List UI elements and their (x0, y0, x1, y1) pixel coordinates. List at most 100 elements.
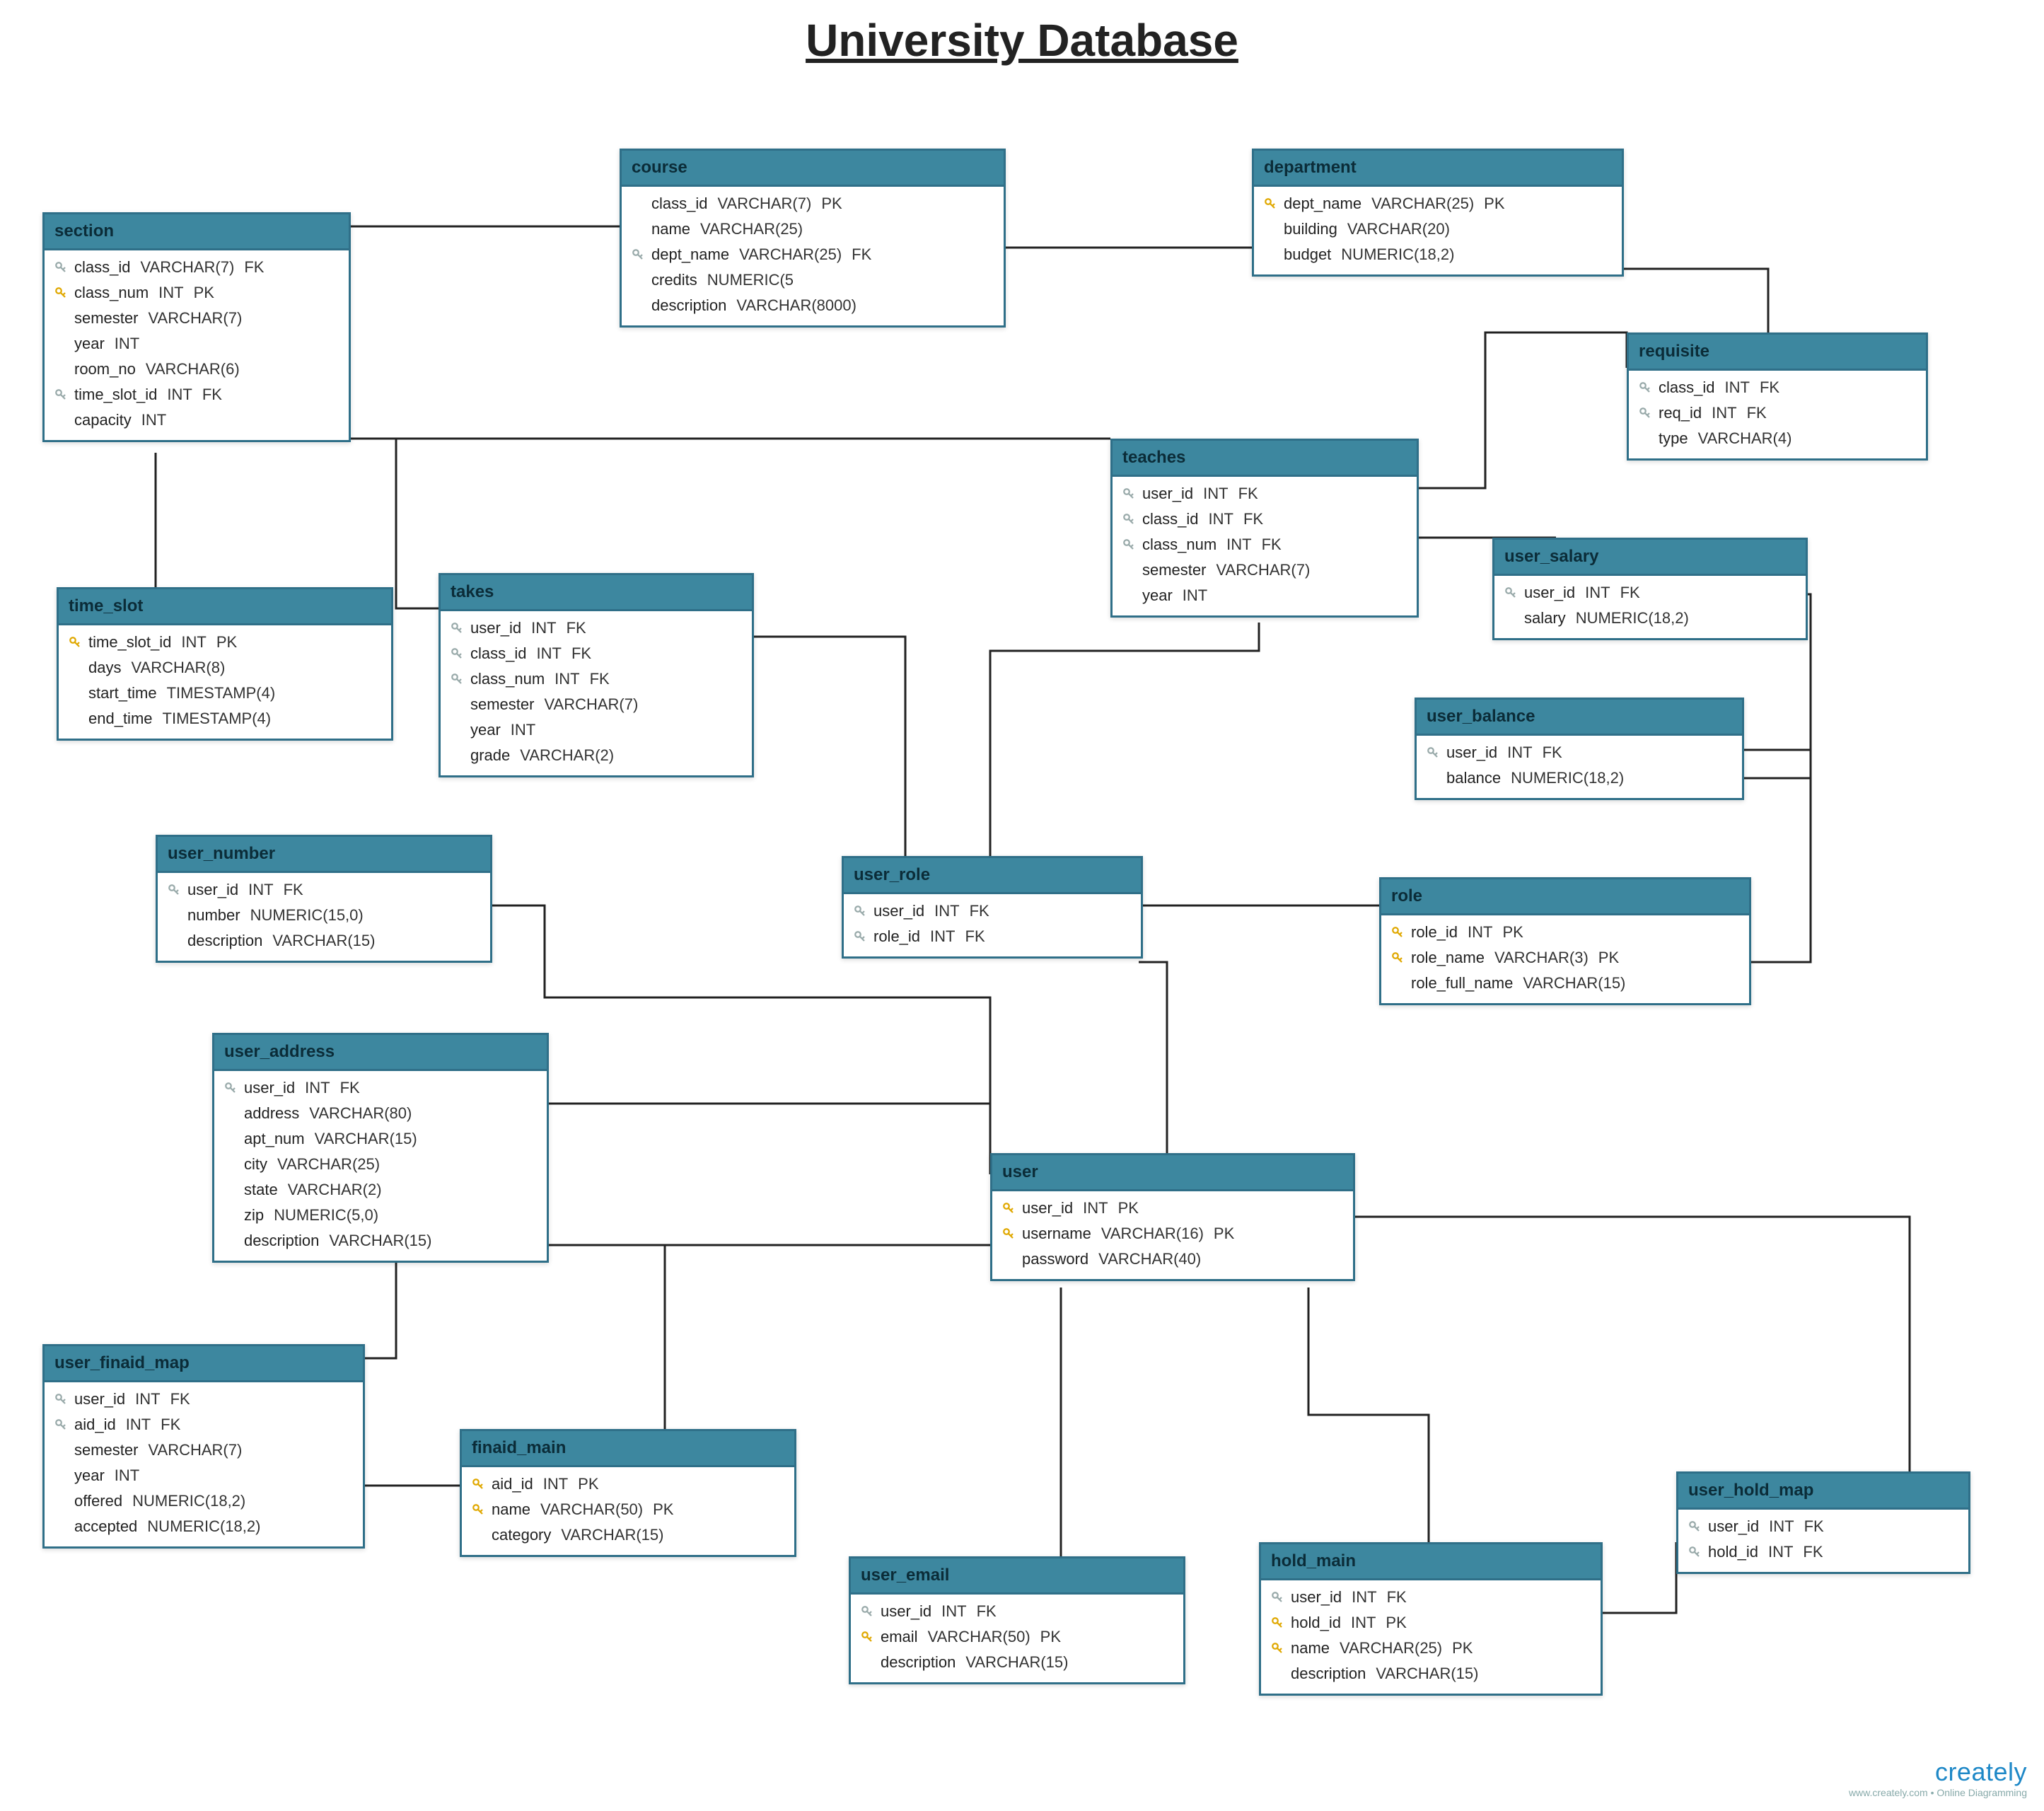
entity-user_address[interactable]: user_addressuser_idINTFKaddressVARCHAR(8… (212, 1033, 549, 1263)
table-row: user_idINTFK (844, 898, 1141, 924)
connector-line (750, 637, 905, 856)
entity-finaid_main[interactable]: finaid_mainaid_idINTPKnameVARCHAR(50)PKc… (460, 1429, 796, 1557)
entity-requisite[interactable]: requisiteclass_idINTFKreq_idINTFKtypeVAR… (1627, 332, 1928, 461)
table-row: cityVARCHAR(25) (214, 1152, 547, 1177)
entity-user_email[interactable]: user_emailuser_idINTFKemailVARCHAR(50)PK… (849, 1556, 1185, 1684)
column-name: hold_id (1704, 1539, 1758, 1565)
column-name: year (1138, 583, 1173, 608)
column-key: PK (811, 191, 842, 216)
column-name: semester (70, 306, 138, 331)
entity-header: user_finaid_map (45, 1346, 363, 1382)
entity-body: user_idINTFKclass_idINTFKclass_numINTFKs… (1113, 477, 1417, 615)
entity-user[interactable]: useruser_idINTPKusernameVARCHAR(16)PKpas… (990, 1153, 1355, 1281)
table-row: descriptionVARCHAR(15) (214, 1228, 547, 1254)
entity-user_finaid_map[interactable]: user_finaid_mapuser_idINTFKaid_idINTFKse… (42, 1344, 365, 1549)
foreign-key-icon (54, 1418, 67, 1431)
column-name: accepted (70, 1514, 137, 1539)
entity-role[interactable]: rolerole_idINTPKrole_nameVARCHAR(3)PKrol… (1379, 877, 1751, 1005)
table-row: dept_nameVARCHAR(25)PK (1254, 191, 1622, 216)
column-key: FK (234, 255, 264, 280)
watermark-sub: www.creately.com • Online Diagramming (1849, 1787, 2027, 1798)
entity-teaches[interactable]: teachesuser_idINTFKclass_idINTFKclass_nu… (1110, 439, 1419, 618)
foreign-key-icon (1427, 746, 1439, 759)
column-type: VARCHAR(50) (530, 1497, 643, 1522)
primary-key-icon (1002, 1227, 1015, 1240)
table-row: class_idINTFK (1629, 375, 1926, 400)
entity-header: role (1381, 879, 1749, 915)
column-name: hold_id (1287, 1610, 1341, 1636)
entity-header: user_role (844, 858, 1141, 894)
foreign-key-icon (1688, 1546, 1701, 1558)
column-type: VARCHAR(25) (729, 242, 842, 267)
foreign-key-icon (224, 1082, 237, 1094)
entity-takes[interactable]: takesuser_idINTFKclass_idINTFKclass_numI… (439, 573, 754, 777)
entity-user_balance[interactable]: user_balanceuser_idINTFKbalanceNUMERIC(1… (1415, 698, 1744, 800)
column-key: FK (161, 1387, 190, 1412)
column-type: VARCHAR(7) (534, 692, 638, 717)
column-name: username (1018, 1221, 1091, 1246)
column-key: PK (1030, 1624, 1061, 1650)
entity-hold_main[interactable]: hold_mainuser_idINTFKhold_idINTPKnameVAR… (1259, 1542, 1603, 1696)
column-name: role_full_name (1407, 971, 1513, 996)
primary-key-icon (54, 287, 67, 299)
table-row: descriptionVARCHAR(15) (851, 1650, 1183, 1675)
column-name: zip (240, 1203, 264, 1228)
entity-user_number[interactable]: user_numberuser_idINTFKnumberNUMERIC(15,… (156, 835, 492, 963)
column-name: description (183, 928, 262, 954)
column-type: VARCHAR(25) (267, 1152, 380, 1177)
table-row: user_idINTFK (851, 1599, 1183, 1624)
table-row: descriptionVARCHAR(15) (1261, 1661, 1601, 1686)
column-name: user_id (1520, 580, 1575, 606)
column-type: INT (1497, 740, 1532, 765)
column-name: year (70, 331, 105, 357)
foreign-key-icon (1504, 586, 1517, 599)
foreign-key-icon (1639, 381, 1651, 394)
column-name: semester (1138, 557, 1206, 583)
table-row: capacityINT (45, 407, 349, 433)
table-row: role_full_nameVARCHAR(15) (1381, 971, 1749, 996)
column-key: PK (184, 280, 214, 306)
entity-body: user_idINTFKemailVARCHAR(50)PKdescriptio… (851, 1595, 1183, 1682)
column-name: semester (70, 1437, 138, 1463)
table-row: time_slot_idINTFK (45, 382, 349, 407)
table-row: role_idINTPK (1381, 920, 1749, 945)
entity-section[interactable]: sectionclass_idVARCHAR(7)FKclass_numINTP… (42, 212, 351, 442)
entity-body: user_idINTFKhold_idINTPKnameVARCHAR(25)P… (1261, 1580, 1601, 1694)
column-type: INT (149, 280, 183, 306)
watermark-brand: creately (1849, 1757, 2027, 1787)
column-name: user_id (1287, 1585, 1342, 1610)
column-type: NUMERIC(18,2) (1501, 765, 1624, 791)
column-key: PK (1474, 191, 1504, 216)
entity-header: user_email (851, 1558, 1183, 1595)
column-name: user_id (1704, 1514, 1759, 1539)
entity-user_salary[interactable]: user_salaryuser_idINTFKsalaryNUMERIC(18,… (1492, 538, 1808, 640)
column-key: FK (1377, 1585, 1407, 1610)
column-name: class_id (647, 191, 707, 216)
watermark: creately www.creately.com • Online Diagr… (1849, 1757, 2027, 1798)
entity-department[interactable]: departmentdept_nameVARCHAR(25)PKbuilding… (1252, 149, 1624, 277)
column-name: class_id (1138, 507, 1198, 532)
entity-course[interactable]: courseclass_idVARCHAR(7)PKnameVARCHAR(25… (620, 149, 1006, 328)
table-row: offeredNUMERIC(18,2) (45, 1488, 363, 1514)
column-name: city (240, 1152, 267, 1177)
column-key: FK (1793, 1539, 1823, 1565)
entity-user_hold_map[interactable]: user_hold_mapuser_idINTFKhold_idINTFK (1676, 1471, 1970, 1574)
column-type: TIMESTAMP(4) (157, 681, 276, 706)
column-key: FK (1233, 507, 1263, 532)
column-type: VARCHAR(40) (1088, 1246, 1201, 1272)
foreign-key-icon (854, 905, 866, 918)
page-title: University Database (0, 14, 2044, 66)
column-name: aid_id (487, 1471, 533, 1497)
table-row: descriptionVARCHAR(8000) (622, 293, 1004, 318)
entity-header: teaches (1113, 441, 1417, 477)
entity-user_role[interactable]: user_roleuser_idINTFKrole_idINTFK (842, 856, 1143, 959)
table-row: usernameVARCHAR(16)PK (992, 1221, 1353, 1246)
column-type: INT (157, 382, 192, 407)
entity-time_slot[interactable]: time_slottime_slot_idINTPKdaysVARCHAR(8)… (57, 587, 393, 741)
column-name: user_id (183, 877, 238, 903)
column-name: name (487, 1497, 530, 1522)
foreign-key-icon (451, 647, 463, 660)
table-row: nameVARCHAR(50)PK (462, 1497, 794, 1522)
column-type: INT (1073, 1196, 1108, 1221)
column-type: INT (105, 331, 139, 357)
